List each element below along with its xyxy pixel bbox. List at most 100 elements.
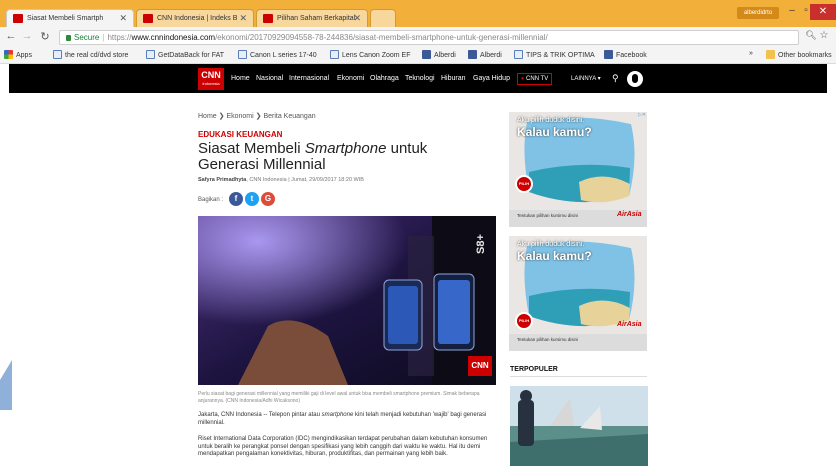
bookmark-label: Lens Canon Zoom EF [342, 52, 411, 59]
article-kicker[interactable]: EDUKASI KEUANGAN [198, 130, 282, 139]
nav-home[interactable]: Home [231, 75, 250, 82]
bookmark-item[interactable]: the real cd/dvd store [53, 50, 128, 59]
facebook-icon [604, 50, 613, 59]
bookmark-item[interactable]: Alberdi [468, 50, 502, 59]
bookmark-item[interactable]: Facebook [604, 50, 647, 59]
pilih-badge: PILIH [515, 312, 533, 330]
url-divider: | [102, 33, 105, 42]
bookmark-label: Alberdi [434, 52, 456, 59]
ad-headline-small: Aku pilih duduk disini. [517, 241, 585, 248]
ad-headline-large: Kalau kamu? [517, 125, 592, 139]
apps-grid-icon [4, 50, 13, 59]
bookmark-label: Facebook [616, 52, 647, 59]
ad-choices-icon[interactable]: ▷✕ [638, 112, 646, 118]
user-account-icon[interactable] [627, 71, 643, 87]
more-bookmarks-chevron-icon[interactable]: » [749, 50, 753, 57]
tab-cnn-indeks[interactable]: CNN Indonesia | Indeks B ✕ [136, 9, 254, 27]
paragraph-2: Riset International Data Corporation (ID… [198, 436, 488, 457]
lock-icon [66, 35, 71, 41]
url-scheme: https:// [107, 33, 132, 42]
ad-cta: Tentukan pilihan kursimu disini [517, 337, 579, 342]
bookmark-label: Alberdi [480, 52, 502, 59]
cnn-favicon-icon [13, 14, 23, 23]
bookmark-label: TIPS & TRIK OPTIMA [526, 52, 595, 59]
bookmark-item[interactable]: Canon L series 17-40 [238, 50, 317, 59]
facebook-icon [468, 50, 477, 59]
bookmark-label: the real cd/dvd store [65, 52, 129, 59]
airasia-ad-1[interactable]: Aku pilih duduk disini. Kalau kamu? PILI… [509, 112, 647, 227]
tab-label: CNN Indonesia | Indeks B [157, 15, 238, 22]
logo-sub: Indonesia [202, 81, 220, 86]
address-bar[interactable]: Secure | https://www.cnnindonesia.com/ekon… [59, 30, 799, 45]
search-icon[interactable]: ⚲ [612, 73, 619, 84]
tab-siasat[interactable]: Siasat Membeli Smartph ✕ [6, 9, 134, 27]
google-plus-share-icon[interactable]: G [261, 192, 275, 206]
title-part: Siasat Membeli [198, 140, 305, 157]
tab-close-icon[interactable]: ✕ [353, 10, 361, 27]
close-window-icon[interactable]: ✕ [810, 4, 836, 20]
phone-badge-text: S8+ [474, 234, 487, 254]
bookmark-page-icon [330, 50, 339, 59]
twitter-share-icon[interactable]: t [245, 192, 259, 206]
bookmark-item[interactable]: GetDataBack for FAT [146, 50, 224, 59]
nav-ekonomi[interactable]: Ekonomi [337, 75, 364, 82]
facebook-share-icon[interactable]: f [229, 192, 243, 206]
paragraph-1: Jakarta, CNN Indonesia -- Telepon pintar… [198, 412, 498, 427]
breadcrumb-ekonomi[interactable]: Ekonomi [226, 113, 253, 120]
url-path: /ekonomi/20170929094558-78-244836/siasat… [215, 33, 548, 42]
tab-close-icon[interactable]: ✕ [239, 10, 247, 27]
logo-main: CNN [201, 70, 221, 80]
bookmark-page-icon [238, 50, 247, 59]
browser-window: Siasat Membeli Smartph ✕ CNN Indonesia |… [0, 0, 836, 472]
browser-toolbar: ← → ↻ Secure | https://www.cnnindonesia.co… [0, 27, 836, 47]
zoom-icon[interactable]: 🔍︎ [804, 30, 818, 41]
author-name[interactable]: Safyra Primadhyta [198, 177, 246, 183]
bookmark-page-icon [146, 50, 155, 59]
cnn-tv-button[interactable]: ● CNN TV [517, 73, 552, 85]
forward-arrow-icon[interactable]: → [20, 30, 34, 42]
star-icon[interactable]: ☆ [817, 30, 831, 41]
more-menu[interactable]: LAINNYA ▾ [571, 75, 601, 82]
airasia-ad-2[interactable]: Aku pilih duduk disini. Kalau kamu? PILI… [509, 236, 647, 351]
back-arrow-icon[interactable]: ← [4, 30, 18, 42]
breadcrumb-berita-keuangan[interactable]: Berita Keuangan [263, 113, 315, 120]
folder-icon [766, 50, 775, 59]
bookmark-label: Apps [16, 52, 32, 59]
cnn-logo[interactable]: CNN Indonesia [198, 68, 224, 90]
reload-icon[interactable]: ↻ [38, 30, 52, 43]
tab-label: Siasat Membeli Smartph [27, 15, 104, 22]
hero-image: CNN S8+ [198, 216, 496, 385]
para-part: Jakarta, CNN Indonesia -- Telepon pintar… [198, 412, 322, 418]
url-host: www.cnnindonesia.com [131, 33, 216, 42]
other-bookmarks[interactable]: Other bookmarks [766, 50, 832, 59]
nav-gaya-hidup[interactable]: Gaya Hidup [473, 75, 510, 82]
article-title: Siasat Membeli Smartphone untuk Generasi… [198, 141, 468, 173]
nav-internasional[interactable]: Internasional [289, 75, 329, 82]
breadcrumb-home[interactable]: Home [198, 113, 217, 120]
tab-close-icon[interactable]: ✕ [119, 10, 127, 27]
nav-hiburan[interactable]: Hiburan [441, 75, 466, 82]
bookmark-item[interactable]: Alberdi [422, 50, 456, 59]
secure-label: Secure [74, 33, 100, 42]
tab-pilihan-saham[interactable]: Pilihan Saham Berkapital ✕ [256, 9, 368, 27]
breadcrumb: Home ❯ Ekonomi ❯ Berita Keuangan [198, 112, 316, 120]
profile-chip[interactable]: alberdidrto [737, 7, 779, 19]
bookmark-apps[interactable]: Apps [4, 50, 32, 59]
popular-heading: TERPOPULER [510, 366, 558, 373]
source-date: , CNN Indonesia | Jumat, 29/09/2017 18:2… [246, 177, 364, 183]
nav-nasional[interactable]: Nasional [256, 75, 283, 82]
ad-headline-small: Aku pilih duduk disini. [517, 117, 585, 124]
tab-label: Pilihan Saham Berkapital [277, 15, 356, 22]
new-tab-button[interactable] [370, 9, 396, 27]
bookmark-page-icon [514, 50, 523, 59]
para-emphasis: smartphone [321, 412, 354, 418]
bookmark-item[interactable]: Lens Canon Zoom EF [330, 50, 410, 59]
popular-photo [510, 386, 648, 466]
nav-teknologi[interactable]: Teknologi [405, 75, 435, 82]
bookmark-item[interactable]: TIPS & TRIK OPTIMA [514, 50, 595, 59]
nav-olahraga[interactable]: Olahraga [370, 75, 399, 82]
hero-photo [198, 216, 496, 385]
airasia-logo: AirAsia [617, 211, 642, 218]
popular-thumbnail[interactable] [510, 386, 648, 466]
bookmark-label: GetDataBack for FAT [158, 52, 225, 59]
